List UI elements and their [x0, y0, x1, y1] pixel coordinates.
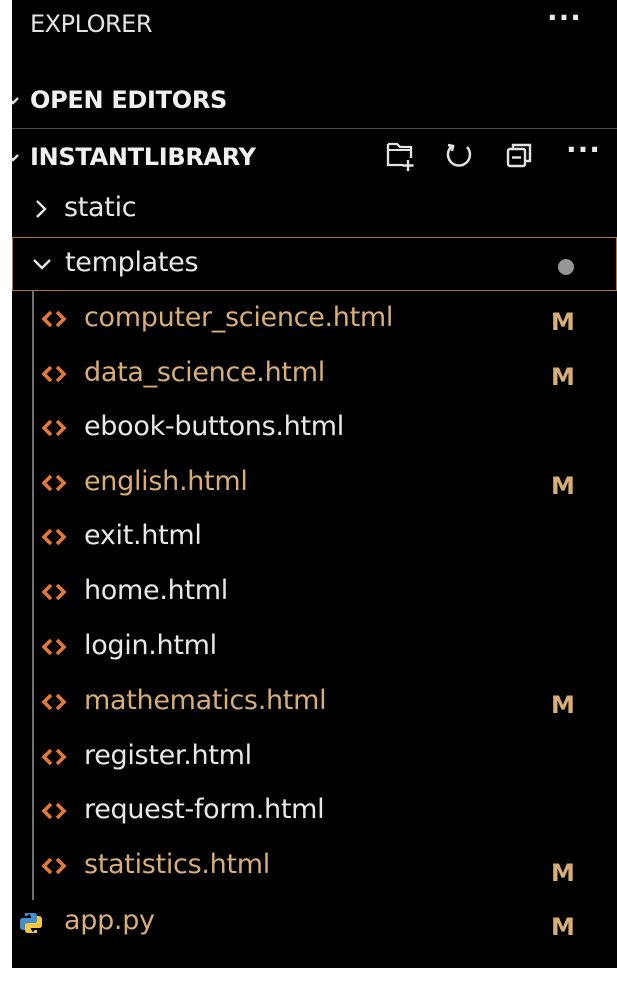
file-name: request-form.html [84, 794, 325, 825]
html-file-icon [41, 693, 67, 711]
modified-badge: M [551, 363, 575, 391]
file-name: mathematics.html [84, 685, 327, 716]
file-data-science-html[interactable]: data_science.html M [12, 348, 617, 402]
chevron-down-icon [12, 97, 19, 105]
file-name: data_science.html [84, 357, 325, 388]
html-file-icon [41, 748, 67, 766]
html-file-icon [41, 365, 67, 383]
file-name: login.html [84, 630, 217, 661]
html-file-icon [41, 802, 67, 820]
folder-static[interactable]: static [12, 183, 617, 237]
python-file-icon [20, 913, 42, 933]
modified-badge: M [551, 472, 575, 500]
collapse-folders-icon[interactable] [502, 138, 536, 172]
modified-badge: M [551, 859, 575, 887]
modified-badge: M [551, 308, 575, 336]
workspace-more-icon[interactable]: ··· [566, 136, 601, 164]
file-english-html[interactable]: english.html M [12, 457, 617, 511]
file-name: english.html [84, 466, 248, 497]
file-request-form-html[interactable]: request-form.html [12, 785, 617, 839]
workspace-name: INSTANTLIBRARY [30, 142, 256, 171]
explorer-panel: EXPLORER ··· OPEN EDITORS INSTANTLIBRARY… [12, 0, 617, 968]
folder-name: static [64, 192, 137, 223]
file-ebook-buttons-html[interactable]: ebook-buttons.html [12, 402, 617, 456]
folder-templates[interactable]: templates [12, 237, 617, 291]
file-computer-science-html[interactable]: computer_science.html M [12, 293, 617, 347]
open-editors-section-header[interactable]: OPEN EDITORS [12, 72, 617, 128]
workspace-section-header[interactable]: INSTANTLIBRARY ··· [12, 128, 617, 184]
html-file-icon [41, 857, 67, 875]
file-login-html[interactable]: login.html [12, 621, 617, 675]
modified-badge: M [551, 913, 575, 941]
file-app-py[interactable]: app.py M [12, 896, 617, 950]
refresh-icon[interactable] [442, 138, 476, 172]
file-name: statistics.html [84, 849, 270, 880]
new-file-icon[interactable] [383, 138, 417, 172]
more-actions-icon[interactable]: ··· [547, 4, 582, 32]
explorer-title: EXPLORER [30, 10, 153, 38]
file-mathematics-html[interactable]: mathematics.html M [12, 676, 617, 730]
file-name: home.html [84, 575, 228, 606]
chevron-down-icon [12, 154, 19, 162]
file-name: computer_science.html [84, 302, 394, 333]
html-file-icon [41, 310, 67, 328]
explorer-header: EXPLORER ··· [12, 0, 617, 54]
file-statistics-html[interactable]: statistics.html M [12, 840, 617, 894]
html-file-icon [41, 528, 67, 546]
html-file-icon [41, 638, 67, 656]
html-file-icon [41, 474, 67, 492]
file-name: exit.html [84, 520, 202, 551]
open-editors-label: OPEN EDITORS [30, 86, 228, 114]
html-file-icon [41, 583, 67, 601]
chevron-right-icon [36, 200, 47, 218]
file-name: ebook-buttons.html [84, 411, 344, 442]
file-home-html[interactable]: home.html [12, 566, 617, 620]
file-register-html[interactable]: register.html [12, 731, 617, 785]
file-name: register.html [84, 740, 252, 771]
modified-badge: M [551, 691, 575, 719]
file-exit-html[interactable]: exit.html [12, 511, 617, 565]
html-file-icon [41, 419, 67, 437]
chevron-down-icon [33, 259, 51, 270]
folder-name: templates [65, 247, 199, 278]
modified-dot-icon [558, 259, 574, 275]
file-name: app.py [64, 905, 155, 936]
